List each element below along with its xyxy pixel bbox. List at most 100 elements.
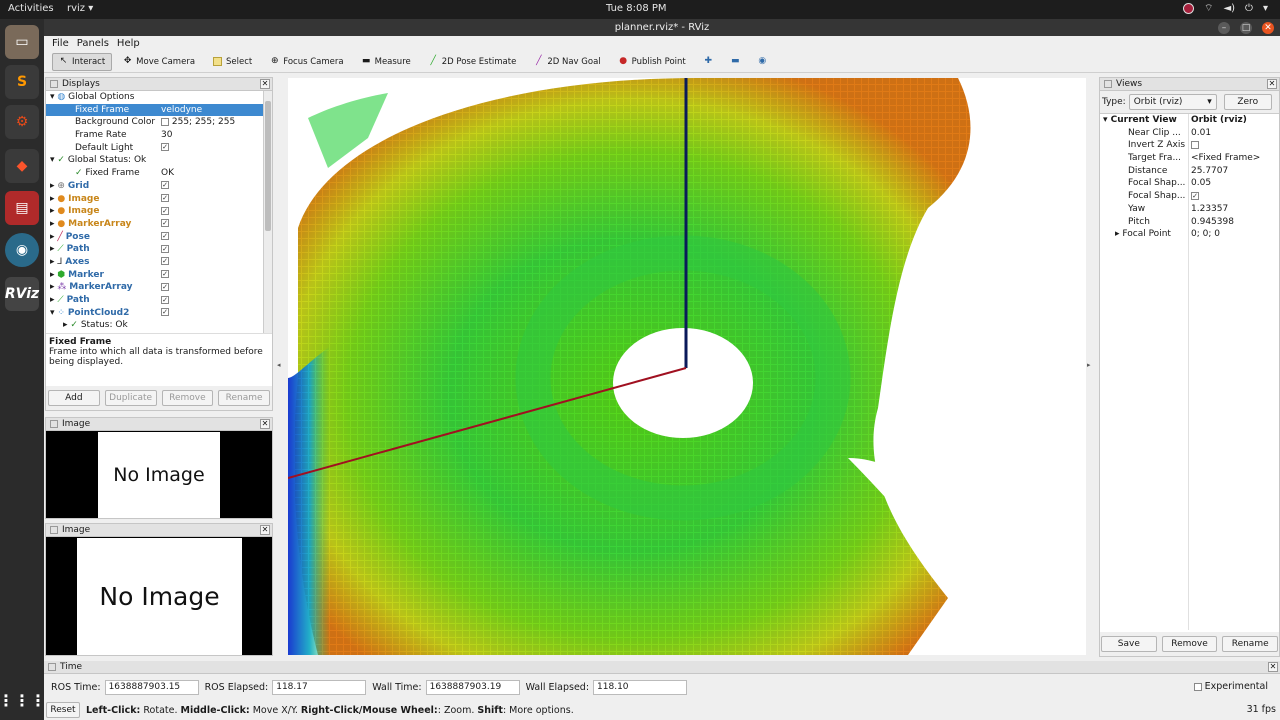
checkbox[interactable]: ✓ [161,143,169,152]
row-value[interactable]: <Fixed Frame> [1191,152,1260,165]
tree-row-pointcloud2[interactable]: ▾ ⁘ PointCloud2 ✓ [46,307,272,320]
app-menu[interactable]: rviz ▾ [67,3,93,14]
tree-row-status[interactable]: ▸ ✓ Status: Ok [46,319,272,332]
checkbox[interactable]: ✓ [161,308,169,317]
close-icon[interactable]: ✕ [260,419,270,429]
row-value[interactable]: 25.7707 [1191,165,1228,178]
tree-row-pose[interactable]: ▸ ╱ Pose ✓ [46,231,272,244]
tool-measure[interactable]: ▬ Measure [355,53,418,71]
checkbox[interactable]: ✓ [161,257,169,266]
clock[interactable]: Tue 8:08 PM [606,3,667,14]
tool-publish-point[interactable]: ● Publish Point [612,53,693,71]
color-swatch[interactable] [161,117,169,126]
save-button[interactable]: Save [1101,636,1157,652]
tool-2d-pose-estimate[interactable]: ╱ 2D Pose Estimate [422,53,524,71]
frame-rate-value[interactable]: 30 [161,129,172,142]
checkbox[interactable] [1191,140,1199,149]
checkbox[interactable]: ✓ [161,181,169,190]
tree-scrollbar[interactable] [263,91,272,333]
tool-interact[interactable]: ↖ Interact [52,52,113,71]
tree-row-fixed-frame[interactable]: Fixed Frame velodyne [46,103,272,117]
row-value[interactable]: 0.01 [1191,127,1211,140]
files-icon[interactable]: ▭ [5,25,39,59]
view-prop-row[interactable]: ▸ Focal Point 0; 0; 0 [1100,228,1279,241]
checkbox[interactable]: ✓ [161,206,169,215]
globe-icon[interactable]: ◉ [5,233,39,267]
tree-row-frame-rate[interactable]: Frame Rate 30 [46,129,272,142]
checkbox[interactable]: ✓ [161,282,169,291]
dock-icon[interactable] [1104,80,1112,88]
reset-button[interactable]: Reset [46,702,80,718]
view-prop-row[interactable]: Invert Z Axis [1100,139,1279,152]
menu-panels[interactable]: Panels [77,38,109,49]
checkbox[interactable] [1193,682,1202,691]
tree-row-path[interactable]: ▸ ⟋ Path ✓ [46,243,272,256]
checkbox[interactable]: ✓ [161,194,169,202]
tree-row-axes[interactable]: ▸ ⅃ Axes ✓ [46,256,272,269]
experimental-toggle[interactable]: Experimental [1193,681,1268,692]
close-icon[interactable]: ✕ [1267,79,1277,89]
tree-row-background-color[interactable]: Background Color 255; 255; 255 [46,116,272,129]
checkbox[interactable]: ✓ [161,270,169,279]
tree-row-global-options[interactable]: ▾ ◍ Global Options [46,91,272,104]
view-type-select[interactable]: Orbit (rviz) ▾ [1128,94,1217,110]
close-icon[interactable]: ✕ [260,79,270,89]
row-value[interactable]: 0; 0; 0 [1191,228,1220,241]
tool-select[interactable]: Select [206,53,259,71]
remove-button[interactable]: Remove [161,390,214,406]
zero-button[interactable]: Zero [1223,94,1272,110]
row-value[interactable]: 0.945398 [1191,216,1234,229]
wall-elapsed-field[interactable]: 118.10 [593,679,688,695]
ros-time-field[interactable]: 1638887903.15 [104,679,199,695]
scrollbar-thumb[interactable] [265,101,271,231]
fixed-frame-value[interactable]: velodyne [161,104,202,117]
checkbox[interactable]: ✓ [161,219,169,228]
tool-2d-nav-goal[interactable]: ╱ 2D Nav Goal [527,53,607,71]
dock-icon[interactable] [48,663,56,671]
checkbox[interactable]: ✓ [1191,191,1199,200]
dock-icon[interactable] [50,80,58,88]
tree-row-image[interactable]: ▸ ● Image ✓ [46,193,272,206]
menu-help[interactable]: Help [117,38,140,49]
maximize-icon[interactable]: □ [1240,22,1252,34]
view-prop-row[interactable]: Yaw 1.23357 [1100,203,1279,216]
tool-focus-camera[interactable]: ⊕ Focus Camera [263,53,350,71]
add-tool-button[interactable]: ✚ [697,53,720,71]
tree-row-grid[interactable]: ▸ ⊕ Grid ✓ [46,180,272,193]
view-prop-row[interactable]: Focal Shap... ✓ [1100,190,1279,203]
view-prop-row[interactable]: Pitch 0.945398 [1100,216,1279,229]
dock-icon[interactable] [50,420,58,428]
menu-file[interactable]: File [52,38,69,49]
checkbox[interactable]: ✓ [161,244,169,253]
close-icon[interactable]: ✕ [1268,662,1278,672]
tree-row-image[interactable]: ▸ ● Image ✓ [46,205,272,218]
minimize-icon[interactable]: – [1218,22,1230,34]
collapse-right-icon[interactable]: ▸ [1087,361,1091,369]
tree-row-default-light[interactable]: Default Light ✓ [46,142,272,155]
current-view-row[interactable]: ▾ Current View Orbit (rviz) [1100,114,1279,127]
remove-button[interactable]: Remove [1161,636,1218,652]
duplicate-button[interactable]: Duplicate [104,390,157,406]
collapse-left-icon[interactable]: ◂ [277,361,281,369]
3d-render-viewport[interactable] [288,78,1086,655]
row-value[interactable]: 1.23357 [1191,203,1228,216]
close-icon[interactable]: ✕ [1262,22,1274,34]
tree-row-marker[interactable]: ▸ ⬢ Marker ✓ [46,269,272,282]
dock-icon[interactable] [50,526,58,534]
sublime-text-icon[interactable]: S [5,65,39,99]
tree-row-status-fixed-frame[interactable]: ✓ Fixed Frame OK [46,167,272,180]
wall-time-field[interactable]: 1638887903.19 [425,679,520,695]
row-value[interactable]: 0.05 [1191,177,1211,190]
tree-row-path[interactable]: ▸ ⟋ Path ✓ [46,294,272,307]
show-apps-icon[interactable]: ⋮⋮⋮ [0,683,46,717]
rename-button[interactable]: Rename [1222,636,1279,652]
brave-browser-icon[interactable]: ◆ [5,149,39,183]
view-prop-row[interactable]: Near Clip ... 0.01 [1100,127,1279,140]
remove-tool-button[interactable]: ▬ [724,53,747,71]
close-icon[interactable]: ✕ [260,525,270,535]
view-prop-row[interactable]: Distance 25.7707 [1100,165,1279,178]
view-prop-row[interactable]: Target Fra... <Fixed Frame> [1100,152,1279,165]
checkbox[interactable]: ✓ [161,295,169,304]
tree-row-global-status[interactable]: ▾ ✓ Global Status: Ok [46,154,272,167]
settings-gear-icon[interactable]: ⚙ [5,105,39,139]
